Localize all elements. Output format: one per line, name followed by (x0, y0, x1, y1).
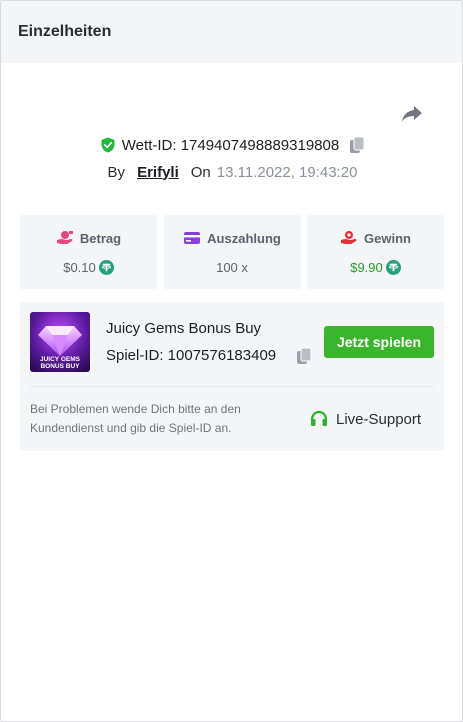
stats-row: Betrag $0.10 Auszahlung 100 x Gewinn $9.… (20, 215, 444, 289)
tether-icon (98, 259, 114, 275)
by-label: By (107, 163, 126, 181)
stat-label: Gewinn (364, 230, 411, 246)
page-title: Einzelheiten (18, 23, 112, 40)
gem-icon: JUICY GEMS BONUS BUY (30, 312, 90, 372)
stat-value: $9.90 (350, 259, 383, 275)
headset-icon (310, 410, 328, 426)
thumb-line2: BONUS BUY (40, 363, 80, 370)
game-card: JUICY GEMS BONUS BUY Juicy Gems Bonus Bu… (20, 302, 444, 451)
thumb-line1: JUICY GEMS (40, 356, 81, 363)
stat-label: Auszahlung (207, 230, 281, 246)
panel-header: Einzelheiten (1, 1, 462, 63)
user-link[interactable]: Erifyli (137, 164, 179, 181)
game-id: Spiel-ID: 1007576183409 (106, 347, 277, 364)
verified-shield-icon (101, 137, 115, 153)
live-support-label: Live-Support (336, 410, 422, 428)
on-label: On (190, 163, 211, 181)
copy-game-id-icon[interactable] (296, 347, 312, 365)
play-now-button[interactable]: Jetzt spielen (324, 326, 434, 358)
bet-id: Wett-ID: 1749407498889319808 (121, 136, 340, 154)
stat-auszahlung: Auszahlung 100 x (163, 215, 301, 289)
copy-bet-id-icon[interactable] (349, 136, 365, 154)
money-hand-icon (56, 231, 73, 244)
divider (30, 386, 434, 387)
stat-label: Betrag (79, 230, 122, 246)
bet-author-row: By Erifyli On 13.11.2022, 19:43:20 (1, 161, 462, 183)
card-icon (184, 232, 201, 244)
game-title[interactable]: Juicy Gems Bonus Buy (106, 320, 261, 337)
details-panel: Einzelheiten Wett-ID: 174940749888931980… (0, 0, 463, 722)
help-text: Bei Problemen wende Dich bitte an den Ku… (30, 402, 241, 435)
bet-date: 13.11.2022, 19:43:20 (216, 163, 358, 181)
tether-icon (385, 259, 401, 275)
stat-value: $0.10 (63, 259, 96, 275)
bet-id-row: Wett-ID: 1749407498889319808 (1, 134, 462, 156)
live-support-button[interactable]: Live-Support (310, 408, 421, 430)
stat-gewinn: Gewinn $9.90 (307, 215, 444, 289)
share-icon (402, 106, 422, 122)
share-button[interactable] (399, 103, 425, 125)
stat-value: 100 x (216, 259, 248, 275)
stat-betrag: Betrag $0.10 (20, 215, 157, 289)
game-thumbnail[interactable]: JUICY GEMS BONUS BUY (30, 312, 90, 372)
coin-hand-icon (341, 231, 357, 244)
